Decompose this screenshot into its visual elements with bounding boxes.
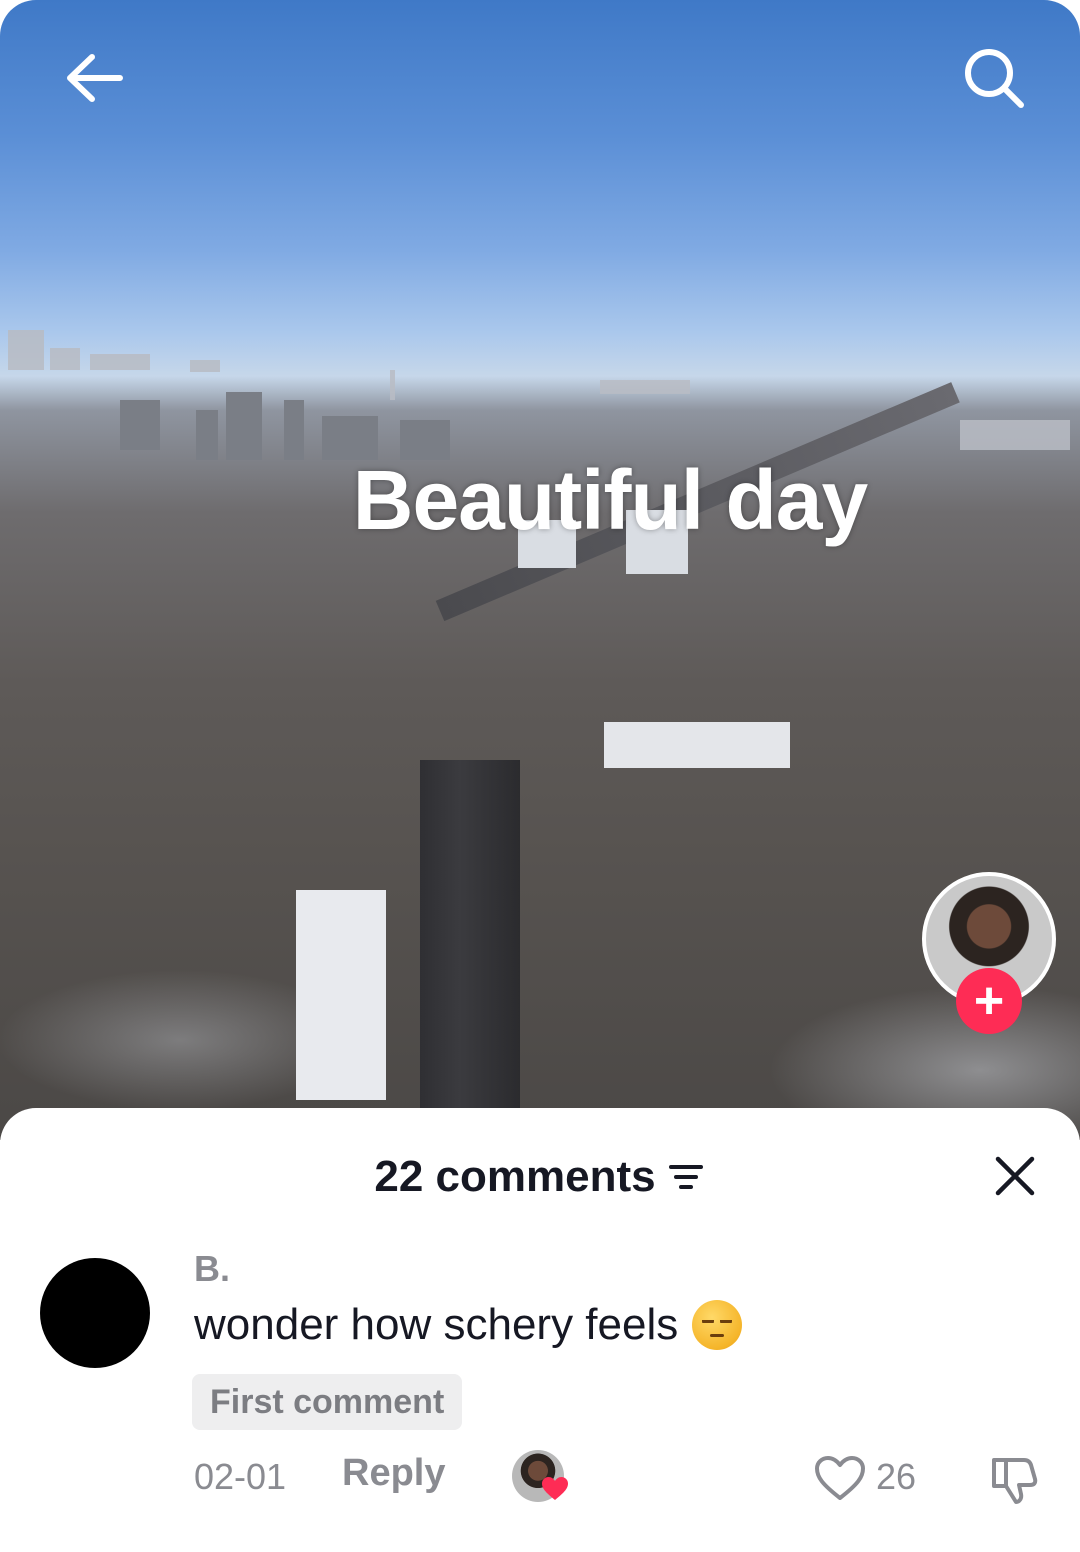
road: [420, 760, 520, 1140]
heart-filled-icon: [540, 1474, 570, 1504]
plus-icon: +: [973, 972, 1005, 1030]
first-comment-badge: First comment: [192, 1374, 463, 1430]
comments-sheet: 22 comments B. wonder how schery feels F…: [0, 1108, 1080, 1552]
search-button[interactable]: [956, 40, 1032, 116]
reply-button[interactable]: Reply: [342, 1452, 445, 1495]
close-icon: [995, 1156, 1035, 1196]
thumbs-down-icon: [992, 1458, 1038, 1504]
building: [604, 722, 790, 768]
comment-username[interactable]: B.: [194, 1248, 230, 1290]
filter-lines-icon: [668, 1165, 703, 1189]
arrow-left-icon: [67, 54, 123, 102]
video-overlay-text: Beautiful day: [352, 453, 868, 547]
close-comments-button[interactable]: [990, 1148, 1040, 1204]
comment-body: wonder how schery feels: [194, 1300, 743, 1350]
building: [296, 890, 386, 1100]
dislike-button[interactable]: [986, 1452, 1042, 1508]
like-count: 26: [876, 1456, 917, 1497]
comment-date: 02-01: [194, 1456, 287, 1497]
comment-text: wonder how schery feels: [194, 1300, 679, 1349]
sort-comments-button[interactable]: [666, 1157, 706, 1197]
pensive-face-icon: [692, 1300, 743, 1350]
video-player[interactable]: Beautiful day +: [0, 0, 1080, 1140]
like-button[interactable]: [812, 1452, 868, 1504]
commenter-avatar[interactable]: [40, 1258, 150, 1368]
follow-button[interactable]: +: [956, 968, 1022, 1034]
comments-header: 22 comments: [0, 1152, 1080, 1202]
comment-count: 22 comments: [374, 1152, 656, 1201]
heart-outline-icon: [815, 1456, 865, 1500]
back-button[interactable]: [56, 40, 132, 116]
search-icon: [965, 49, 1024, 108]
